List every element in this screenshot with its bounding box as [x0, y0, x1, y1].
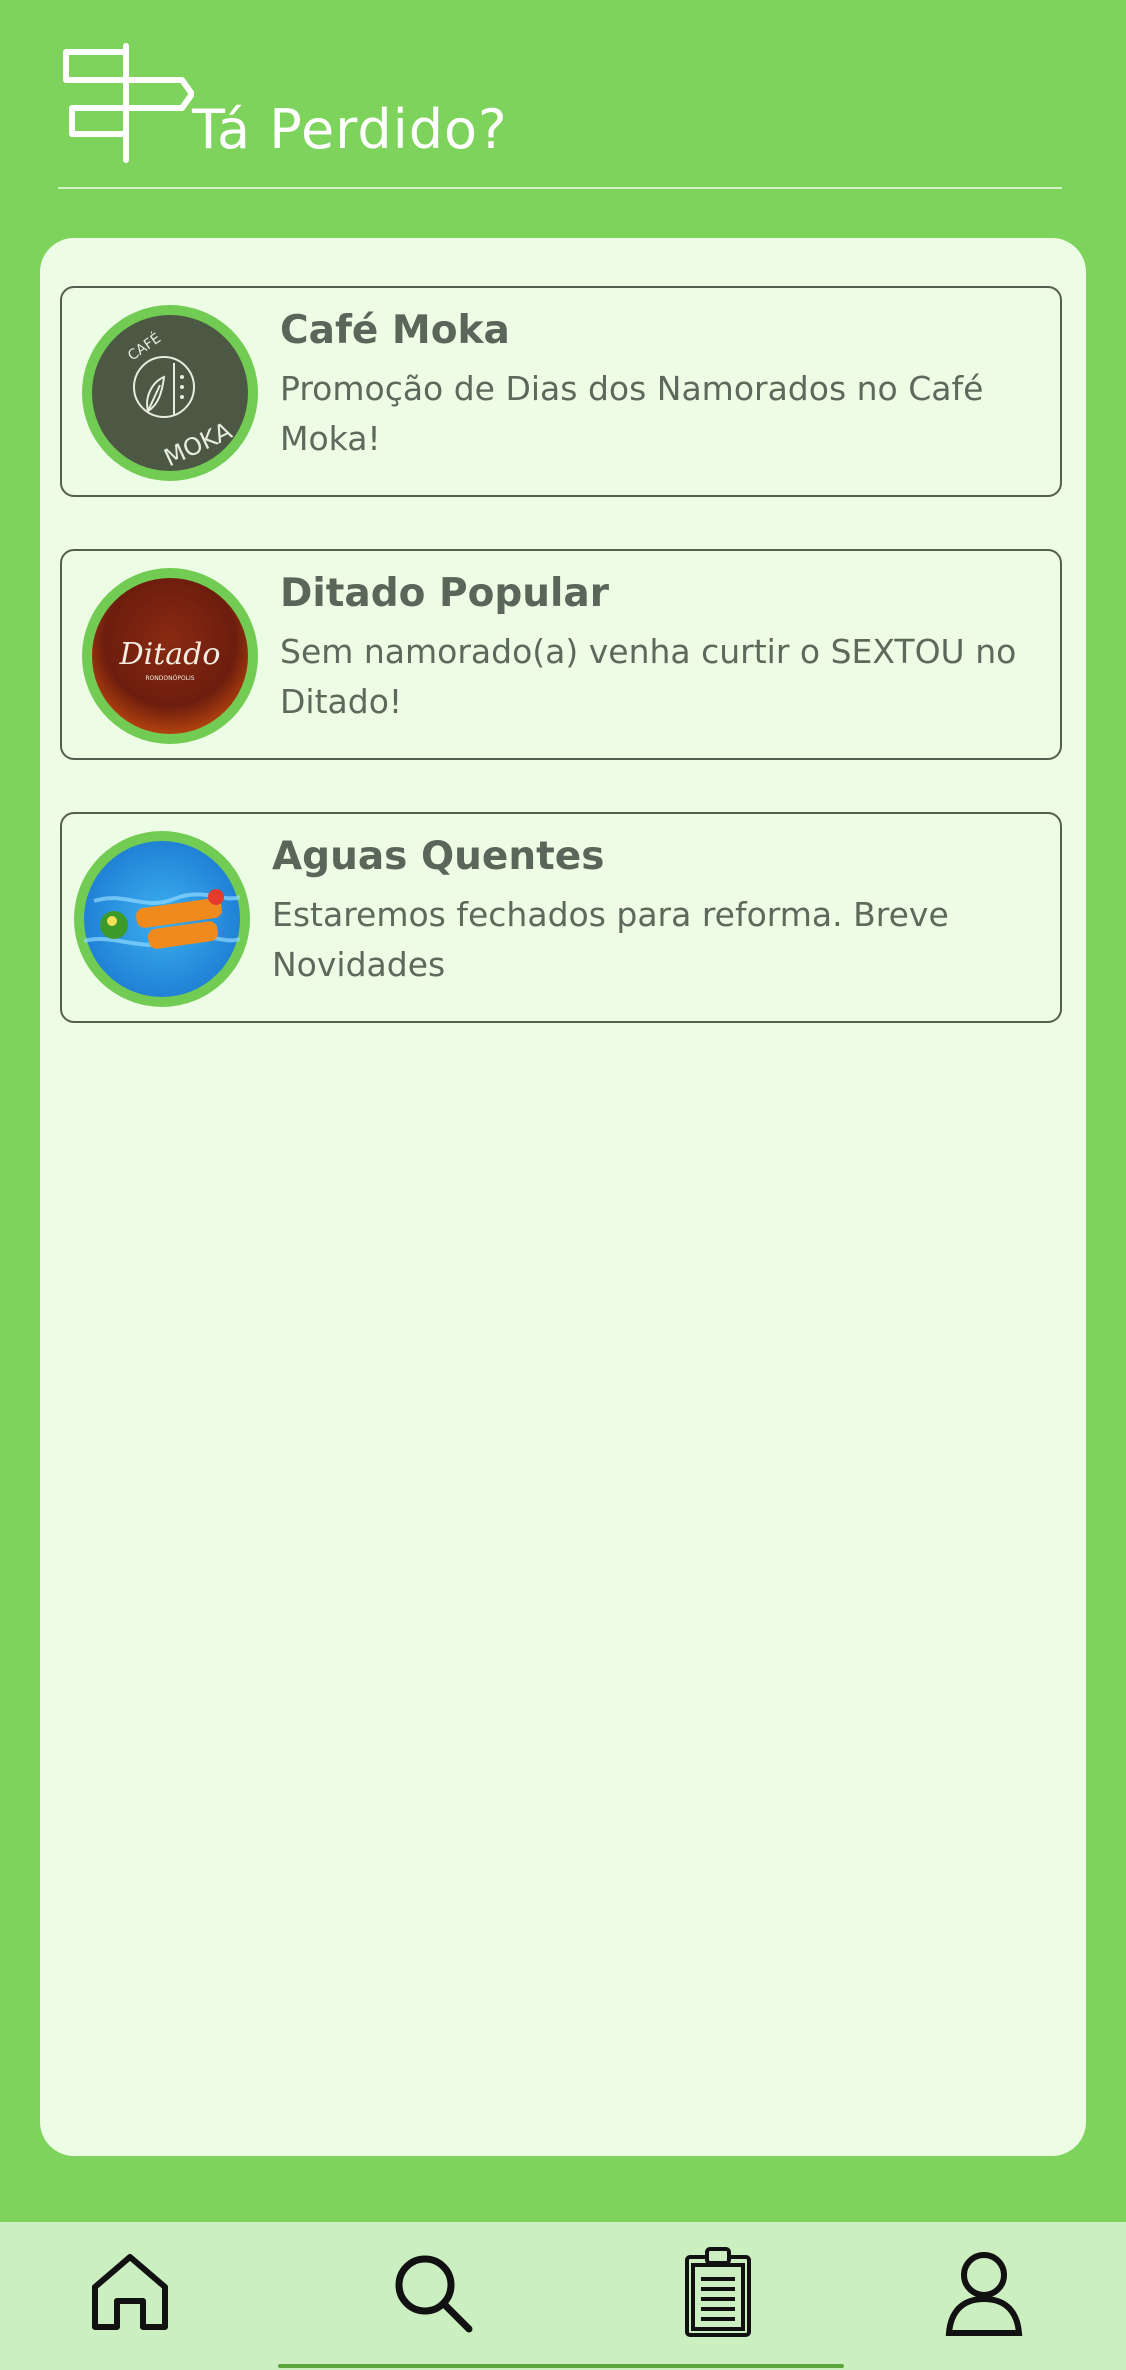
establishment-card-cafe-moka[interactable]: CAFÉ MOKA Café Moka Promoção de Dias dos… — [60, 286, 1062, 497]
card-description: Promoção de Dias dos Namorados no Café M… — [280, 369, 984, 458]
signpost-icon — [63, 43, 194, 163]
profile-icon — [945, 2252, 1023, 2336]
aguas-quentes-logo — [84, 841, 240, 997]
cafe-moka-avatar: CAFÉ MOKA — [82, 305, 258, 481]
establishment-card-aguas-quentes[interactable]: Aguas Quentes Estaremos fechados para re… — [60, 812, 1062, 1023]
card-description: Estaremos fechados para reforma. Breve N… — [272, 895, 949, 984]
card-title: Ditado Popular — [280, 571, 609, 616]
ditado-logo-text: Ditado — [119, 637, 221, 672]
card-description: Sem namorado(a) venha curtir o SEXTOU no… — [280, 632, 1017, 721]
app-title: Tá Perdido? — [192, 98, 508, 161]
clipboard-icon — [685, 2247, 751, 2337]
search-icon — [395, 2255, 473, 2333]
nav-profile[interactable] — [934, 2242, 1034, 2342]
nav-home[interactable] — [80, 2242, 180, 2342]
nav-clipboard[interactable] — [668, 2242, 768, 2342]
cafe-moka-logo: CAFÉ MOKA — [92, 315, 248, 471]
app-header: Tá Perdido? — [0, 0, 1126, 200]
content-panel: CAFÉ MOKA Café Moka Promoção de Dias dos… — [40, 238, 1086, 2156]
home-icon — [92, 2254, 168, 2330]
ditado-logo-subtext: RONDONÓPOLIS — [145, 675, 194, 682]
ditado-avatar: Ditado RONDONÓPOLIS — [82, 568, 258, 744]
establishment-card-ditado-popular[interactable]: Ditado RONDONÓPOLIS Ditado Popular Sem n… — [60, 549, 1062, 760]
home-indicator — [278, 2364, 844, 2368]
card-title: Aguas Quentes — [272, 834, 605, 879]
nav-search[interactable] — [382, 2242, 482, 2342]
aguas-quentes-avatar — [74, 831, 250, 1007]
card-title: Café Moka — [280, 308, 510, 353]
header-divider — [58, 187, 1062, 189]
bottom-navigation — [0, 2222, 1126, 2370]
ditado-logo: Ditado RONDONÓPOLIS — [92, 578, 248, 734]
